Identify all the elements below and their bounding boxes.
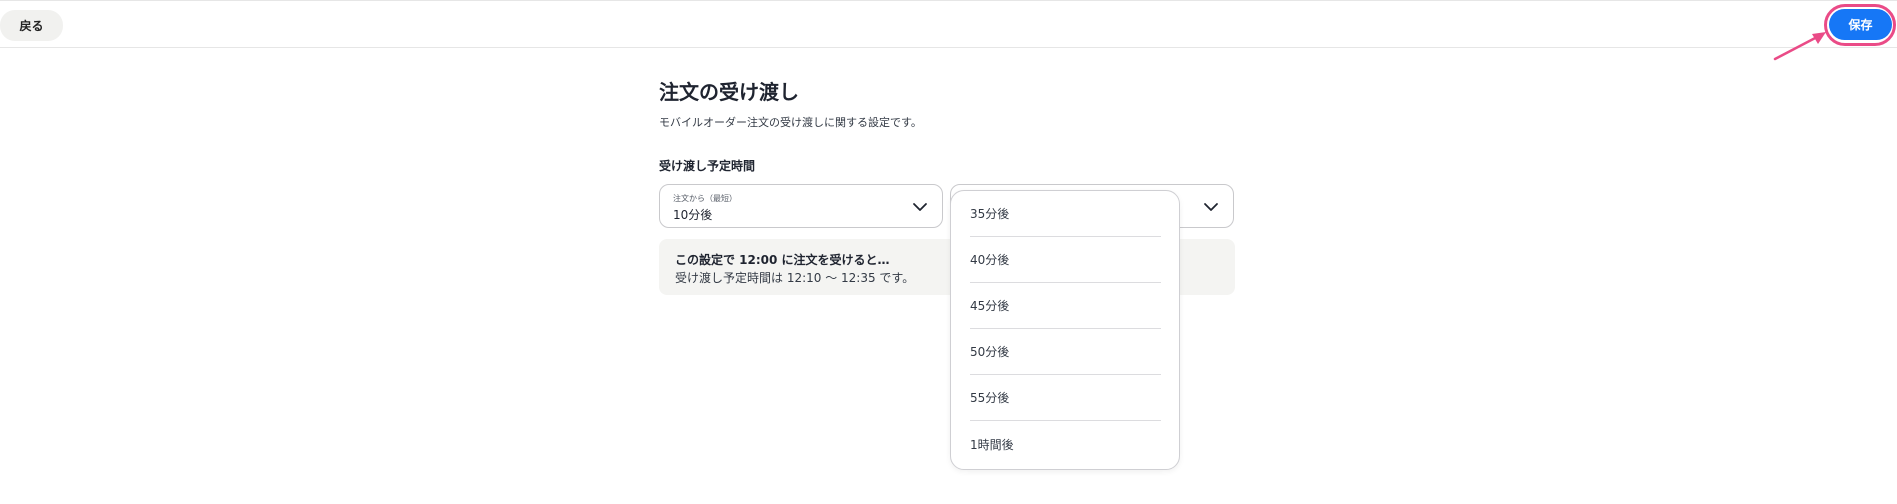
save-button[interactable]: 保存 <box>1829 9 1892 40</box>
chevron-down-icon <box>1204 203 1218 211</box>
page-title: 注文の受け渡し <box>659 80 799 104</box>
time-dropdown-menu: 35分後 40分後 45分後 50分後 55分後 1時間後 <box>950 190 1180 470</box>
dropdown-option[interactable]: 40分後 <box>970 237 1161 283</box>
info-text: 受け渡し予定時間は 12:10 〜 12:35 です。 <box>675 271 915 285</box>
dropdown-option[interactable]: 1時間後 <box>970 421 1161 467</box>
dropdown-option[interactable]: 50分後 <box>970 329 1161 375</box>
min-time-select[interactable]: 注文から（最短） 10分後 <box>659 184 943 228</box>
min-time-value: 10分後 <box>673 208 713 222</box>
dropdown-option[interactable]: 35分後 <box>970 191 1161 237</box>
section-label: 受け渡し予定時間 <box>659 159 756 173</box>
top-bar: 戻る <box>0 0 1897 48</box>
min-time-caption: 注文から（最短） <box>673 194 737 203</box>
page-description: モバイルオーダー注文の受け渡しに関する設定です。 <box>659 116 922 129</box>
dropdown-option[interactable]: 45分後 <box>970 283 1161 329</box>
arrow-icon <box>1773 32 1826 61</box>
dropdown-option[interactable]: 55分後 <box>970 375 1161 421</box>
info-title: この設定で 12:00 に注文を受けると… <box>675 253 890 267</box>
chevron-down-icon <box>913 203 927 211</box>
back-button[interactable]: 戻る <box>0 10 63 41</box>
